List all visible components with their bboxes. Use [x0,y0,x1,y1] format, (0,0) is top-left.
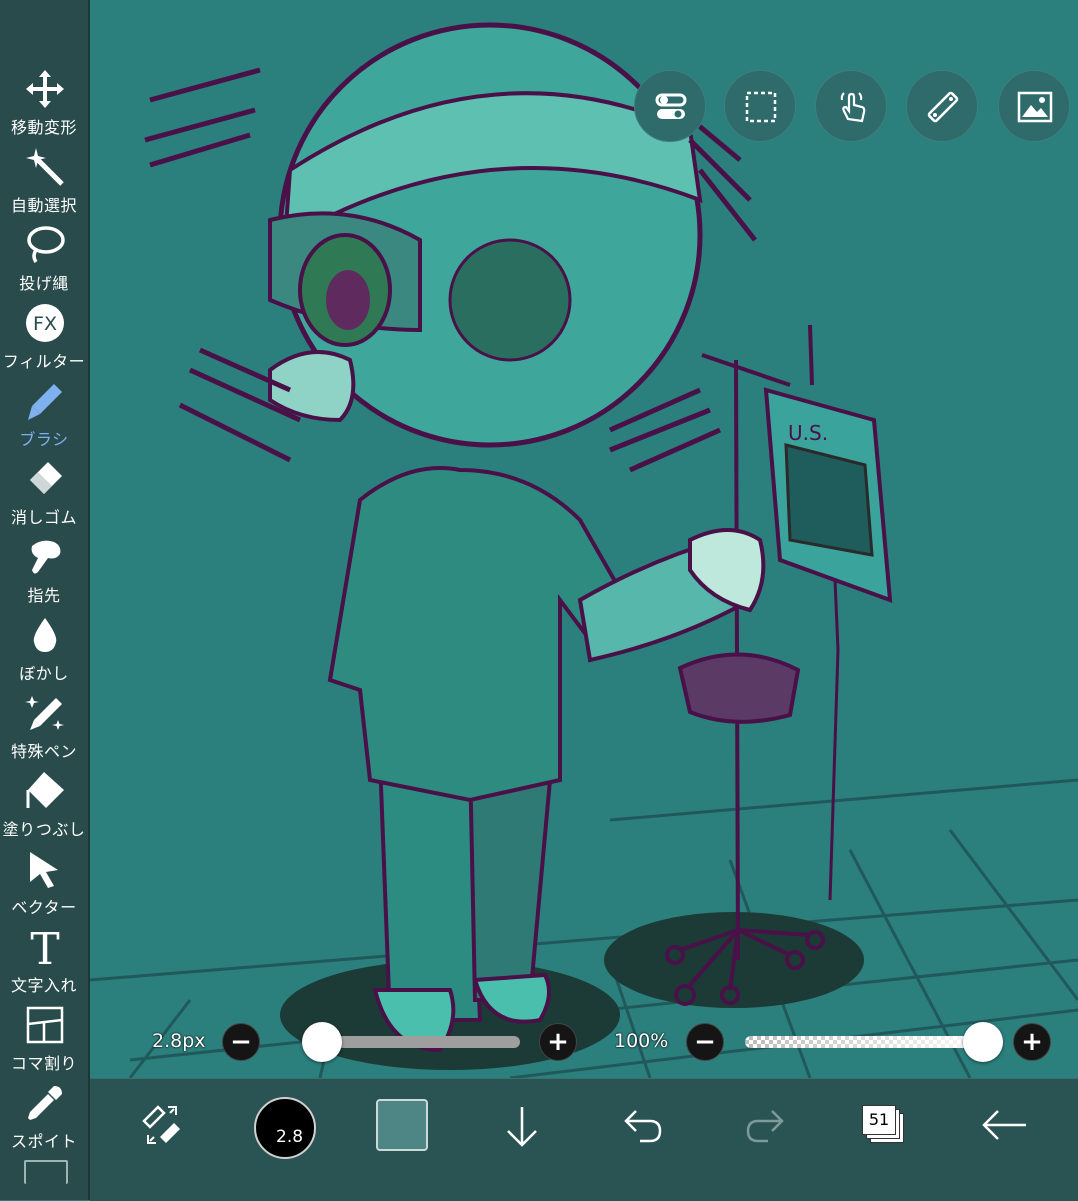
opacity-increase-button[interactable]: + [1013,1023,1051,1061]
move-transform-icon [24,68,66,110]
tool-label: 移動変形 [10,118,77,137]
tool-label: 塗りつぶし [2,820,86,839]
layers-button[interactable]: 51 [862,1105,908,1147]
tool-special-pen[interactable]: 特殊ペン [0,688,88,766]
hand-touch-icon [840,92,866,123]
tool-eraser[interactable]: 消しゴム [0,454,88,532]
eyedropper-icon [24,1082,66,1124]
panel-split-icon [24,1004,66,1046]
tool-brush[interactable]: ブラシ [0,376,88,454]
tool-blur-drop[interactable]: ぼかし [0,610,88,688]
plus-icon: + [1021,1027,1043,1057]
minus-icon: − [694,1027,716,1057]
brush-size-decrease-button[interactable]: − [222,1023,260,1061]
redo-icon[interactable] [742,1105,788,1145]
fill-bucket-icon [24,770,66,812]
sidebar-more-tool[interactable] [24,1160,68,1184]
tool-label: ぼかし [19,664,69,683]
opacity-decrease-button[interactable]: − [686,1023,724,1061]
tool-label: スポイト [10,1132,77,1151]
bottom-toolbar: 2.8 51 [90,1078,1078,1201]
lasso-icon [24,224,66,266]
image-button[interactable] [998,70,1070,142]
toggle-settings-button[interactable] [634,70,706,142]
minus-icon: − [230,1027,252,1057]
plus-icon: + [547,1027,569,1057]
tool-label: コマ割り [10,1054,77,1073]
undo-icon[interactable] [620,1105,666,1145]
brush-size-value: 2.8 [276,1127,304,1147]
magic-wand-icon [24,146,66,188]
brush-size-increase-button[interactable]: + [539,1023,577,1061]
tool-sidebar: 移動変形自動選択投げ縄 FX フィルターブラシ消しゴム指先ぼかし特殊ペン塗りつぶしベ… [0,0,90,1200]
swap-brush-eraser-icon[interactable] [138,1101,186,1149]
tool-text[interactable]: T 文字入れ [0,922,88,1000]
tool-eyedropper[interactable]: スポイト [0,1078,88,1156]
current-color-swatch[interactable] [376,1099,428,1151]
svg-text:FX: FX [33,313,57,335]
text-icon: T [24,924,66,975]
tool-label: 特殊ペン [10,742,77,761]
layer-count: 51 [862,1105,896,1135]
selection-button[interactable] [724,70,796,142]
artwork-illustration: U.S. [90,22,1078,1078]
tool-finger-smudge[interactable]: 指先 [0,532,88,610]
svg-text:U.S.: U.S. [788,421,828,445]
tool-label: 消しゴム [10,508,77,527]
tool-label: ベクター [11,898,77,917]
ruler-icon [927,91,959,123]
opacity-label: 100% [614,1030,669,1052]
hand-touch-button[interactable] [815,70,887,142]
opacity-knob[interactable] [963,1022,1003,1062]
selection-marquee-icon [745,91,777,123]
image-icon [1017,91,1053,123]
toggle-settings-icon [655,93,687,119]
eraser-icon [24,458,66,500]
svg-text:T: T [30,926,59,968]
brush-size-label: 2.8px [152,1030,206,1052]
special-pen-icon [24,692,66,734]
finger-smudge-icon [24,536,66,578]
fx-filter-icon: FX [24,302,66,344]
tool-label: 文字入れ [10,976,77,995]
blur-drop-icon [24,614,66,656]
ruler-button[interactable] [906,70,978,142]
tool-panel-split[interactable]: コマ割り [0,1000,88,1078]
tool-fill-bucket[interactable]: 塗りつぶし [0,766,88,844]
tool-magic-wand[interactable]: 自動選択 [0,142,88,220]
arrow-down-icon[interactable] [502,1103,542,1151]
back-arrow-icon[interactable] [980,1107,1028,1143]
tool-label: 自動選択 [10,196,77,215]
tool-label: フィルター [2,352,86,371]
brush-size-knob[interactable] [302,1022,342,1062]
tool-vector-arrow[interactable]: ベクター [0,844,88,922]
tool-move-transform[interactable]: 移動変形 [0,64,88,142]
tool-lasso[interactable]: 投げ縄 [0,220,88,298]
vector-arrow-icon [24,848,66,890]
tool-label: 投げ縄 [19,274,69,293]
tool-label: 指先 [27,586,61,605]
tool-label: ブラシ [19,430,69,449]
drawing-canvas[interactable]: U.S. [90,0,1078,1078]
tool-fx-filter[interactable]: FX フィルター [0,298,88,376]
brush-icon [24,380,66,422]
